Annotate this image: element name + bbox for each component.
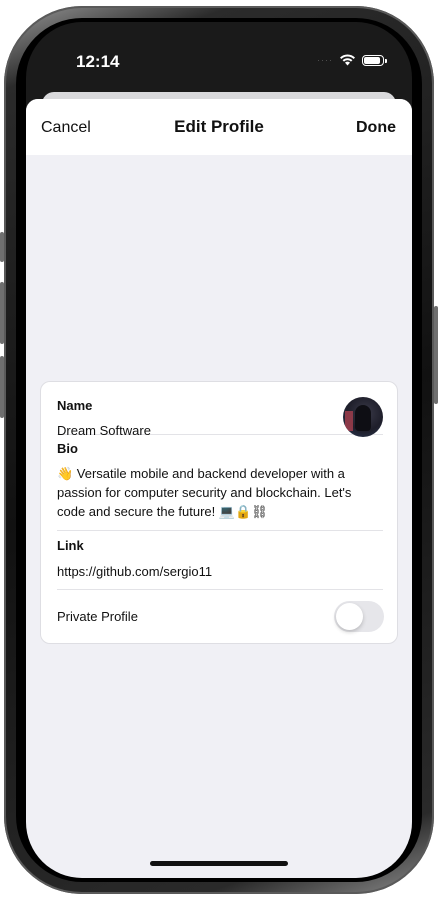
battery-cap bbox=[385, 58, 387, 63]
home-indicator bbox=[150, 861, 288, 866]
screen: 12:14 ···· Cancel Edit Profile Done Name… bbox=[26, 22, 412, 878]
power-button bbox=[434, 306, 438, 404]
cellular-icon: ···· bbox=[317, 55, 333, 65]
name-row: Name Dream Software bbox=[57, 382, 383, 438]
link-label: Link bbox=[57, 538, 84, 553]
battery-icon bbox=[362, 54, 387, 66]
bio-field[interactable]: 👋 Versatile mobile and backend developer… bbox=[57, 464, 383, 521]
profile-card: Name Dream Software Bio 👋 Versatile mobi… bbox=[40, 381, 398, 644]
mute-switch bbox=[0, 232, 4, 262]
bio-row: Bio 👋 Versatile mobile and backend devel… bbox=[57, 435, 383, 530]
status-time: 12:14 bbox=[76, 52, 120, 71]
private-profile-label: Private Profile bbox=[57, 609, 138, 624]
page-title: Edit Profile bbox=[174, 117, 264, 136]
status-bar: 12:14 ···· bbox=[26, 22, 412, 98]
volume-down-button bbox=[0, 356, 4, 418]
avatar[interactable] bbox=[343, 397, 383, 437]
battery-fill bbox=[364, 56, 380, 64]
bio-label: Bio bbox=[57, 441, 78, 456]
name-label: Name bbox=[57, 398, 93, 413]
link-row: Link https://github.com/sergio11 bbox=[57, 531, 383, 589]
navigation-bar: Cancel Edit Profile Done bbox=[26, 99, 412, 155]
avatar-figure bbox=[355, 405, 371, 431]
status-icons: ···· bbox=[317, 54, 387, 66]
volume-up-button bbox=[0, 282, 4, 344]
edit-profile-sheet: Cancel Edit Profile Done Name Dream Soft… bbox=[26, 99, 412, 878]
avatar-flag-stripe bbox=[345, 411, 353, 431]
toggle-knob bbox=[336, 603, 363, 630]
done-button[interactable]: Done bbox=[356, 119, 396, 137]
wifi-icon bbox=[340, 54, 355, 66]
private-profile-toggle[interactable] bbox=[334, 601, 384, 632]
link-field[interactable]: https://github.com/sergio11 bbox=[57, 562, 383, 581]
private-profile-row: Private Profile bbox=[57, 590, 384, 643]
